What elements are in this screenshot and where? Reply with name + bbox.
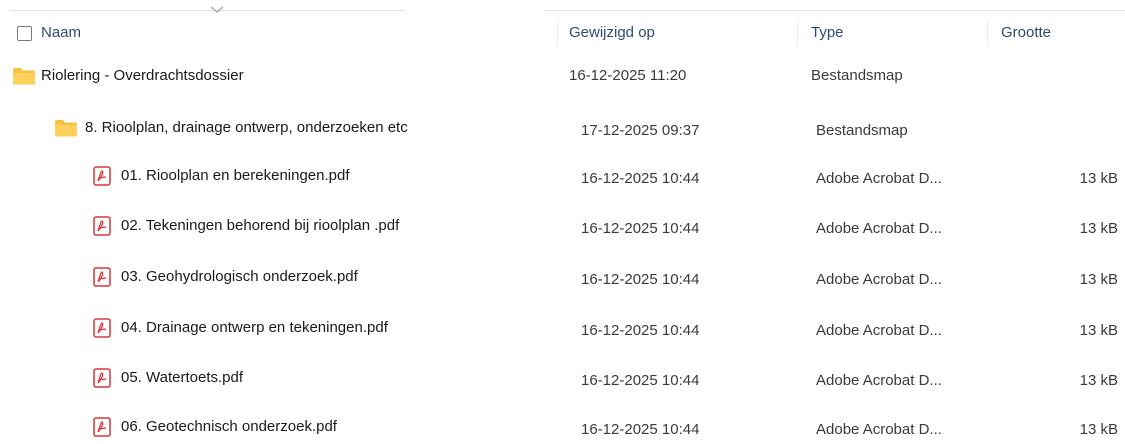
file-row[interactable]: 06. Geotechnisch onderzoek.pdf 16-12-202…	[0, 412, 1125, 444]
file-name[interactable]: 03. Geohydrologisch onderzoek.pdf	[121, 268, 358, 285]
pdf-icon	[93, 368, 111, 388]
file-name[interactable]: 01. Rioolplan en berekeningen.pdf	[121, 167, 350, 184]
file-name[interactable]: 8. Rioolplan, drainage ontwerp, onderzoe…	[85, 119, 408, 136]
file-name[interactable]: 05. Watertoets.pdf	[121, 369, 243, 386]
file-type: Bestandsmap	[811, 67, 903, 84]
file-row[interactable]: 05. Watertoets.pdf 16-12-2025 10:44 Adob…	[0, 363, 1125, 395]
folder-row[interactable]: Riolering - Overdrachtsdossier 16-12-202…	[0, 61, 1125, 93]
file-size: 13 kB	[1079, 372, 1118, 389]
modified-date: 16-12-2025 10:44	[581, 421, 700, 438]
file-size: 13 kB	[1079, 271, 1118, 288]
pdf-icon	[93, 318, 111, 338]
modified-date: 16-12-2025 10:44	[581, 170, 700, 187]
modified-date: 16-12-2025 10:44	[581, 271, 700, 288]
pdf-icon	[93, 267, 111, 287]
folder-icon	[13, 68, 35, 85]
sort-chevron-icon[interactable]	[210, 6, 224, 14]
file-row[interactable]: 03. Geohydrologisch onderzoek.pdf 16-12-…	[0, 262, 1125, 294]
file-row[interactable]: 02. Tekeningen behorend bij rioolplan .p…	[0, 211, 1125, 243]
file-size: 13 kB	[1079, 421, 1118, 438]
file-row[interactable]: 01. Rioolplan en berekeningen.pdf 16-12-…	[0, 161, 1125, 193]
folder-icon	[55, 120, 77, 137]
pdf-icon	[93, 216, 111, 236]
pdf-icon	[93, 417, 111, 437]
file-name[interactable]: 06. Geotechnisch onderzoek.pdf	[121, 418, 337, 435]
modified-date: 16-12-2025 11:20	[569, 67, 687, 84]
file-type: Adobe Acrobat D...	[816, 372, 942, 389]
header-divider-right	[545, 10, 1125, 11]
column-separator[interactable]	[797, 20, 798, 46]
column-header-size[interactable]: Grootte	[1001, 24, 1051, 41]
file-type: Adobe Acrobat D...	[816, 220, 942, 237]
column-header-name[interactable]: Naam	[41, 24, 81, 41]
column-separator[interactable]	[987, 20, 988, 46]
folder-row[interactable]: 8. Rioolplan, drainage ontwerp, onderzoe…	[0, 113, 1125, 145]
modified-date: 16-12-2025 10:44	[581, 372, 700, 389]
modified-date: 17-12-2025 09:37	[581, 122, 700, 139]
select-all-checkbox[interactable]	[17, 26, 32, 41]
column-header-row: Naam Gewijzigd op Type Grootte	[0, 20, 1125, 48]
file-type: Bestandsmap	[816, 122, 908, 139]
column-header-type[interactable]: Type	[811, 24, 844, 41]
file-type: Adobe Acrobat D...	[816, 322, 942, 339]
file-name[interactable]: Riolering - Overdrachtsdossier	[41, 67, 244, 84]
file-row[interactable]: 04. Drainage ontwerp en tekeningen.pdf 1…	[0, 313, 1125, 345]
file-name[interactable]: 04. Drainage ontwerp en tekeningen.pdf	[121, 319, 388, 336]
file-size: 13 kB	[1079, 322, 1118, 339]
file-size: 13 kB	[1079, 220, 1118, 237]
column-header-modified[interactable]: Gewijzigd op	[569, 24, 655, 41]
file-type: Adobe Acrobat D...	[816, 170, 942, 187]
pdf-icon	[93, 166, 111, 186]
modified-date: 16-12-2025 10:44	[581, 220, 700, 237]
file-type: Adobe Acrobat D...	[816, 421, 942, 438]
file-name[interactable]: 02. Tekeningen behorend bij rioolplan .p…	[121, 217, 399, 234]
modified-date: 16-12-2025 10:44	[581, 322, 700, 339]
column-separator[interactable]	[557, 20, 558, 46]
file-size: 13 kB	[1079, 170, 1118, 187]
file-type: Adobe Acrobat D...	[816, 271, 942, 288]
header-divider-left	[10, 10, 405, 11]
